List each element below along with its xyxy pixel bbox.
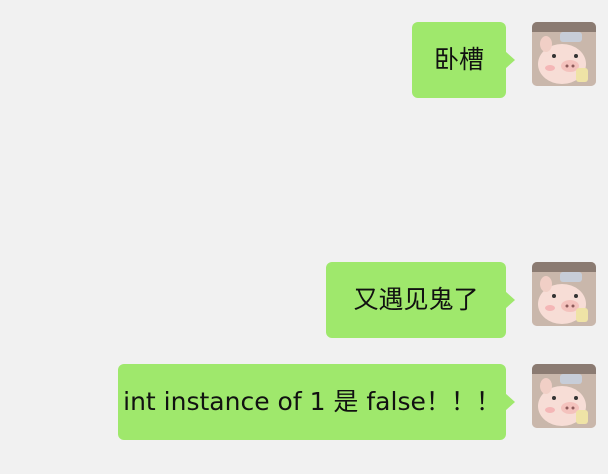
avatar[interactable]	[532, 262, 596, 326]
message-text: int instance of 1 是 false！！！	[123, 387, 501, 416]
pig-avatar-icon	[532, 262, 596, 326]
message-text: 又遇见鬼了	[353, 285, 479, 314]
message-bubble[interactable]: int instance of 1 是 false！！！	[118, 364, 515, 440]
message-bubble[interactable]: 卧槽	[412, 22, 515, 98]
chat-window: { "chat": { "messages": [ { "sender": "s…	[0, 0, 608, 474]
message-text: 卧槽	[433, 45, 484, 74]
avatar[interactable]	[532, 364, 596, 428]
pig-avatar-icon	[532, 364, 596, 428]
pig-avatar-icon	[532, 22, 596, 86]
avatar[interactable]	[532, 22, 596, 86]
message-bubble[interactable]: 又遇见鬼了	[326, 262, 515, 338]
